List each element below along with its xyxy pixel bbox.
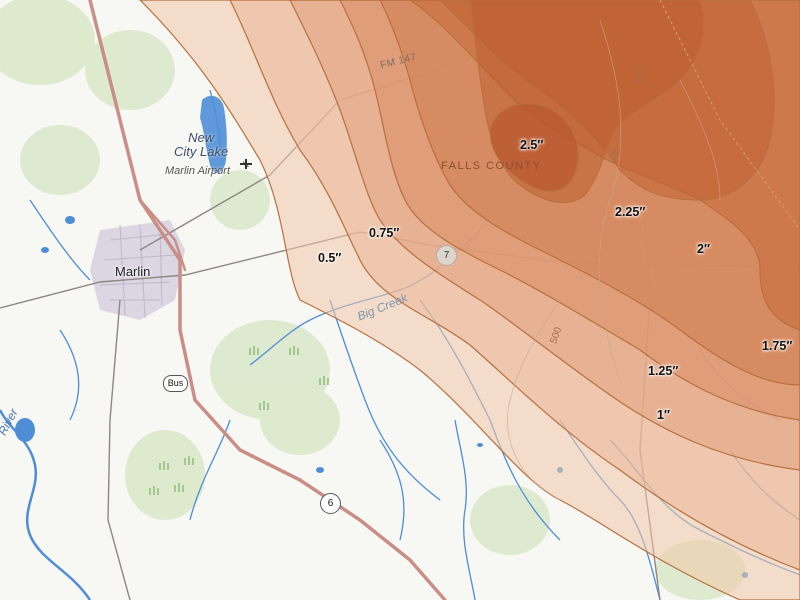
rainfall-label-1: 1″ [657,408,670,422]
lake-label-line2: City Lake [174,144,229,159]
rainfall-label-0-5: 0.5″ [318,251,342,265]
rainfall-label-2-25: 2.25″ [615,205,646,219]
highway-6-shield[interactable]: 6 [320,493,341,514]
business-route-shield[interactable]: Bus [163,375,188,392]
rainfall-label-1-75: 1.75″ [762,339,793,353]
airplane-icon [240,159,252,169]
rainfall-map[interactable]: New City Lake Marlin Airport Marlin FALL… [0,0,800,600]
rainfall-label-2-5: 2.5″ [520,138,544,152]
city-label: Marlin [115,264,151,279]
rainfall-label-2: 2″ [697,242,710,256]
rainfall-bands [139,0,800,600]
lake-label-line1: New [188,130,215,145]
highway-7-shield[interactable]: 7 [436,245,457,266]
rainfall-label-0-75: 0.75″ [369,226,400,240]
rainfall-label-1-25: 1.25″ [648,364,679,378]
lake-label: New City Lake [174,131,228,159]
county-label: FALLS COUNTY [441,160,542,172]
airport-label: Marlin Airport [165,165,230,177]
